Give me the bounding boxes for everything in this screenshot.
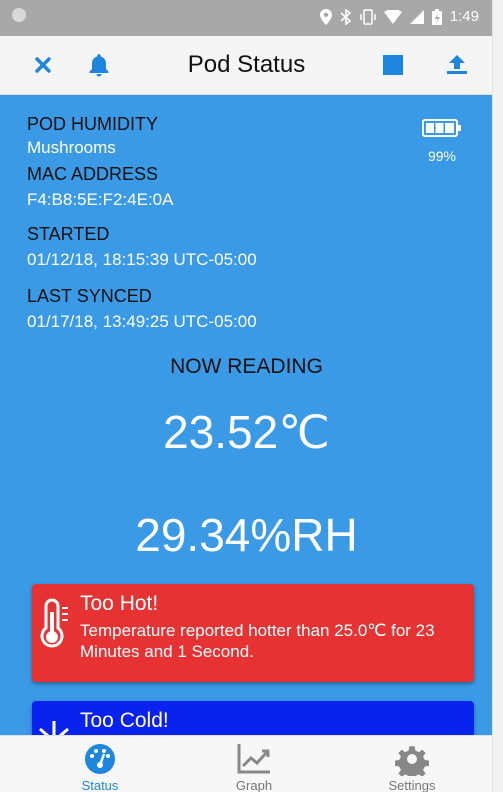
pod-status-panel: POD HUMIDITY Mushrooms MAC ADDRESS F4:B8… <box>0 95 493 735</box>
battery-percentage: 99% <box>427 148 457 164</box>
mac-address-value: F4:B8:5E:F2:4E:0A <box>27 190 174 209</box>
gear-icon <box>395 746 429 776</box>
humidity-reading: 29.34%RH <box>135 509 358 561</box>
thermometer-icon <box>40 598 68 648</box>
bluetooth-icon <box>340 8 352 25</box>
started-value: 01/12/18, 18:15:39 UTC-05:00 <box>27 250 257 269</box>
snowflake-icon <box>39 721 69 735</box>
line-chart-icon <box>237 744 270 774</box>
bottom-navigation: Status Graph Settings <box>0 735 493 792</box>
dashboard-gauge-icon <box>85 744 115 774</box>
clock: 1:49 <box>449 8 479 25</box>
status-icons: 1:49 <box>319 8 479 25</box>
upload-icon <box>447 55 467 74</box>
toolbar: Pod Status <box>0 36 493 95</box>
page-title: Pod Status <box>187 51 306 78</box>
window-edge <box>492 0 503 792</box>
upload-button[interactable] <box>442 50 472 80</box>
alert-title: Too Hot! <box>80 592 159 615</box>
pod-info: POD HUMIDITY Mushrooms MAC ADDRESS F4:B8… <box>27 113 257 333</box>
nav-settings-label: Settings <box>388 778 436 792</box>
alert-card-too-hot[interactable]: Too Hot! Temperature reported hotter tha… <box>32 584 474 682</box>
alert-message: Temperature reported hotter than 25.0℃ f… <box>80 621 435 661</box>
nav-graph-label: Graph <box>235 778 273 792</box>
pod-humidity-value: Mushrooms <box>27 138 116 157</box>
nav-status-label: Status <box>81 778 119 792</box>
alert-title: Too Cold! <box>80 709 169 732</box>
location-icon <box>319 8 332 25</box>
battery-charging-icon <box>431 8 442 25</box>
now-reading-label: NOW READING <box>170 355 323 378</box>
started-label: STARTED <box>27 224 110 244</box>
signal-icon <box>409 9 424 24</box>
wifi-icon <box>383 9 402 24</box>
alert-card-too-cold[interactable]: Too Cold! <box>32 701 474 735</box>
status-bar: 1:49 <box>0 0 493 36</box>
nav-settings[interactable]: Settings <box>352 742 472 792</box>
pod-humidity-label: POD HUMIDITY <box>27 114 159 134</box>
temperature-reading: 23.52℃ <box>163 406 330 458</box>
battery-icon <box>422 119 461 137</box>
last-synced-value: 01/17/18, 13:49:25 UTC-05:00 <box>27 312 257 331</box>
vibrate-icon <box>360 8 376 25</box>
battery-status: 99% <box>417 119 467 164</box>
stop-button[interactable] <box>378 50 408 80</box>
nav-graph[interactable]: Graph <box>194 742 314 792</box>
app-screen: 1:49 Pod Status POD HUMIDITY Mushrooms M… <box>0 0 493 792</box>
stop-icon <box>383 55 403 75</box>
mac-address-label: MAC ADDRESS <box>27 164 159 184</box>
nav-status[interactable]: Status <box>40 742 160 792</box>
notification-dot-icon <box>12 8 26 22</box>
last-synced-label: LAST SYNCED <box>27 286 152 306</box>
